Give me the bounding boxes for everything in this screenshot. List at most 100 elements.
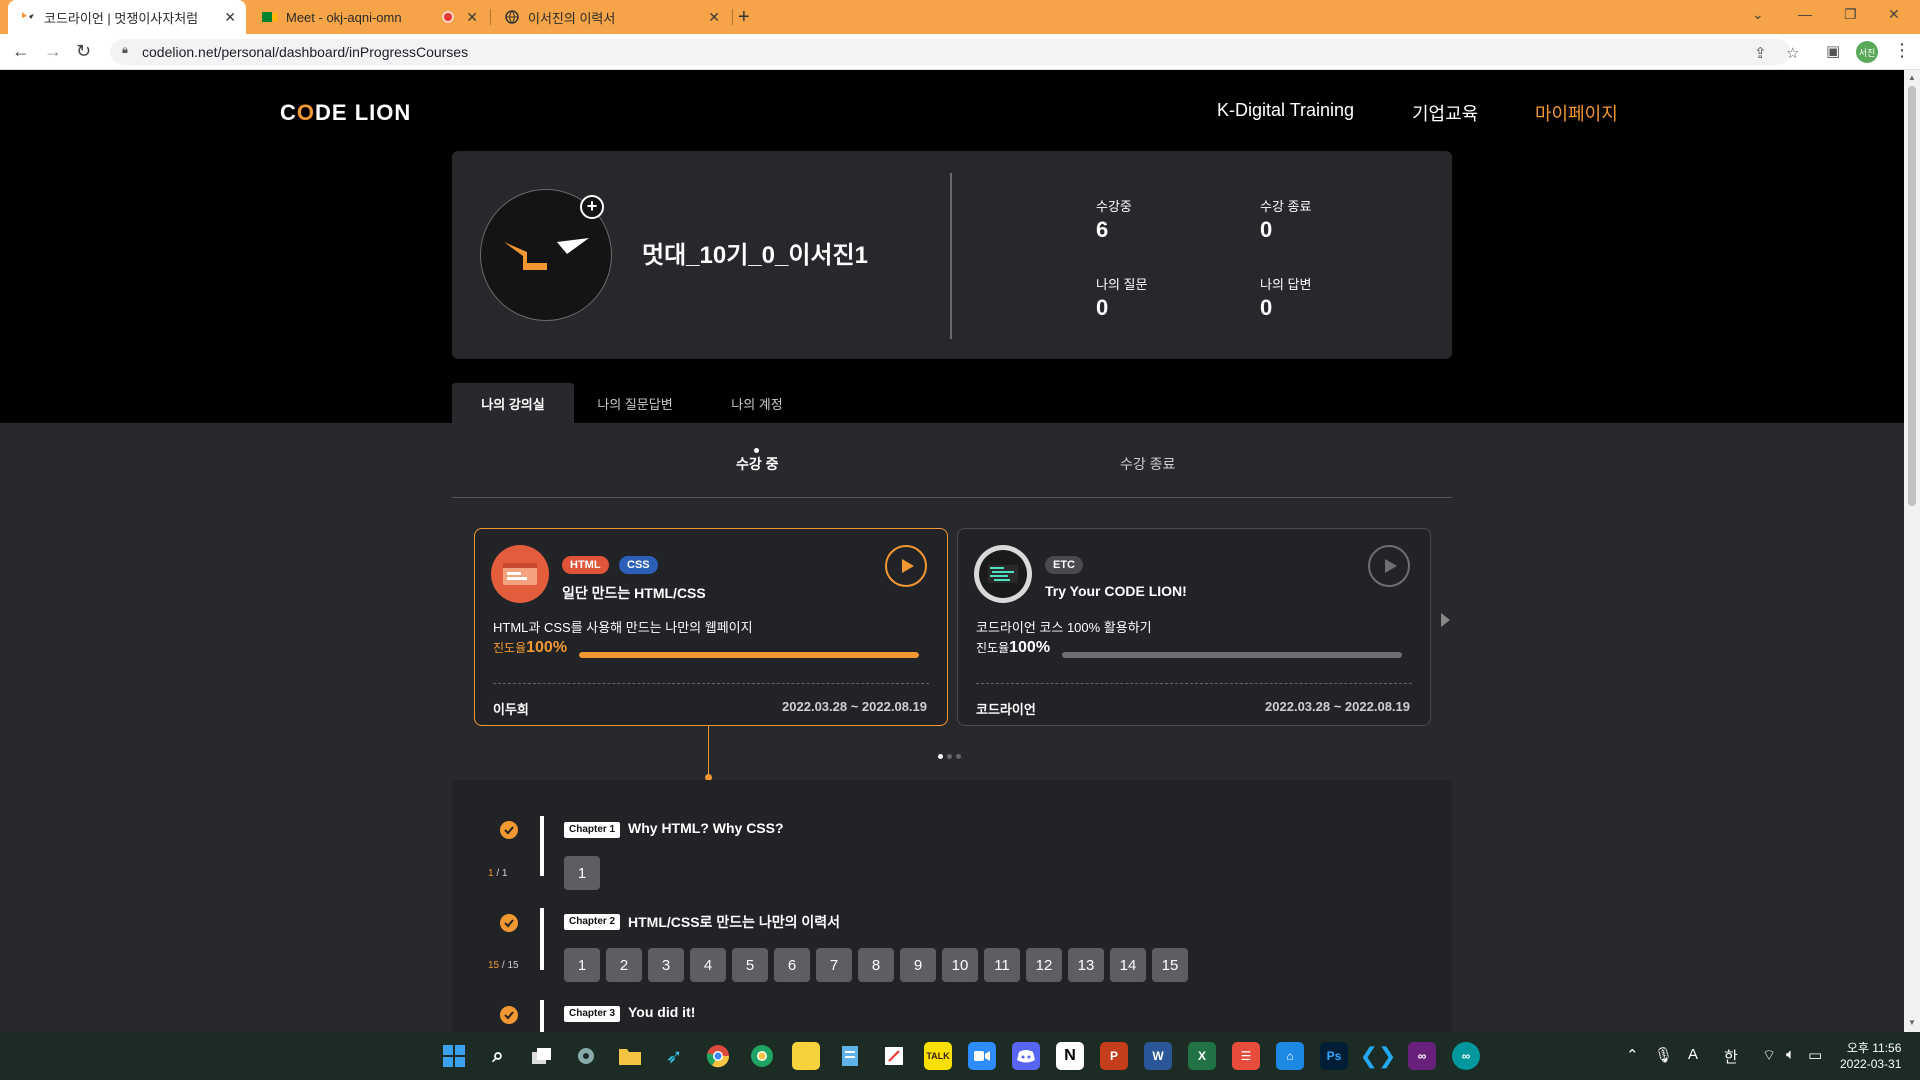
file-explorer-icon[interactable]	[616, 1042, 644, 1070]
progress-value: 100%	[526, 639, 568, 656]
bookmark-star-icon[interactable]: ☆	[1786, 44, 1799, 62]
task-view-icon[interactable]	[528, 1042, 556, 1070]
restore-icon[interactable]: ❐	[1844, 6, 1857, 23]
lesson-button[interactable]: 9	[900, 948, 936, 982]
app-blue-icon[interactable]: ⌂	[1276, 1042, 1304, 1070]
kakaotalk-icon[interactable]: TALK	[924, 1042, 952, 1070]
snipping-tool-icon[interactable]	[880, 1042, 908, 1070]
scrollbar-thumb[interactable]	[1908, 86, 1916, 506]
progress-fill	[1062, 652, 1402, 658]
chrome-canary-icon[interactable]	[748, 1042, 776, 1070]
volume-icon[interactable]: 🔈︎	[1786, 1046, 1795, 1063]
nav-k-digital[interactable]: K-Digital Training	[1217, 100, 1354, 121]
reload-icon[interactable]: ↻	[76, 41, 91, 62]
close-tab-icon[interactable]: ✕	[466, 9, 478, 26]
sticky-notes-icon[interactable]	[792, 1042, 820, 1070]
settings-gear-icon[interactable]	[572, 1042, 600, 1070]
carousel-dot[interactable]	[956, 754, 961, 759]
powerpoint-icon[interactable]: P	[1100, 1042, 1128, 1070]
lesson-button[interactable]: 4	[690, 948, 726, 982]
lesson-button[interactable]: 10	[942, 948, 978, 982]
share-icon[interactable]: ⇪	[1754, 44, 1767, 62]
lesson-button[interactable]: 14	[1110, 948, 1146, 982]
close-tab-icon[interactable]: ✕	[708, 9, 720, 26]
progress-value: 100%	[1009, 639, 1051, 656]
course-card[interactable]: ETC Try Your CODE LION! 코드라이언 코스 100% 활용…	[957, 528, 1431, 726]
lesson-button[interactable]: 13	[1068, 948, 1104, 982]
start-menu-icon[interactable]	[440, 1042, 468, 1070]
progress-bar	[1062, 652, 1402, 658]
browser-tab-resume[interactable]: 이서진의 이력서 ✕	[492, 0, 730, 34]
wifi-icon[interactable]: ⌔	[1762, 1046, 1776, 1065]
visual-studio-icon[interactable]: ∞	[1408, 1042, 1436, 1070]
discord-icon[interactable]	[1012, 1042, 1040, 1070]
scroll-down-icon[interactable]: ▼	[1908, 1018, 1916, 1027]
play-button[interactable]	[1368, 545, 1410, 587]
subtab-completed[interactable]: 수강 종료	[1120, 454, 1175, 474]
app-bird-icon[interactable]: ➶	[660, 1042, 688, 1070]
lesson-button[interactable]: 1	[564, 948, 600, 982]
subtab-in-progress[interactable]: 수강 중	[736, 454, 779, 474]
tray-overflow-icon[interactable]: ⌃	[1626, 1046, 1639, 1064]
lesson-button[interactable]: 3	[648, 948, 684, 982]
lesson-button[interactable]: 15	[1152, 948, 1188, 982]
system-clock[interactable]: 오후 11:56 2022-03-31	[1840, 1040, 1901, 1072]
logo-text: C	[280, 100, 297, 125]
arduino-icon[interactable]: ∞	[1452, 1042, 1480, 1070]
ime-indicator[interactable]: 한	[1724, 1046, 1738, 1067]
notion-icon[interactable]: N	[1056, 1042, 1084, 1070]
profile-card: + 멋대_10기_0_이서진1 수강중 6 수강 종료 0 나의 질문 0 나의…	[452, 151, 1452, 359]
chapter-chip: Chapter 3	[564, 1006, 621, 1022]
url-field[interactable]: 🔒︎ codelion.net/personal/dashboard/inPro…	[110, 39, 1799, 65]
tab-search-icon[interactable]: ⌄	[1752, 6, 1764, 23]
progress-bar	[579, 652, 919, 658]
nav-corporate[interactable]: 기업교육	[1412, 100, 1478, 126]
carousel-dot[interactable]	[938, 754, 943, 759]
new-tab-button[interactable]: +	[738, 6, 750, 29]
nav-mypage[interactable]: 마이페이지	[1535, 100, 1618, 126]
course-card[interactable]: HTML CSS 일단 만드는 HTML/CSS HTML과 CSS를 사용해 …	[474, 528, 948, 726]
lesson-button[interactable]: 11	[984, 948, 1020, 982]
word-icon[interactable]: W	[1144, 1042, 1172, 1070]
chrome-icon[interactable]	[704, 1042, 732, 1070]
add-photo-button[interactable]: +	[580, 195, 604, 219]
lesson-button[interactable]: 1	[564, 856, 600, 890]
course-thumbnail	[974, 545, 1032, 603]
minimize-icon[interactable]: —	[1798, 6, 1812, 22]
notepad-icon[interactable]	[836, 1042, 864, 1070]
vscode-icon[interactable]: ❮❯	[1360, 1042, 1397, 1070]
tab-my-account[interactable]: 나의 계정	[696, 383, 818, 423]
lesson-button[interactable]: 6	[774, 948, 810, 982]
excel-icon[interactable]: X	[1188, 1042, 1216, 1070]
lesson-button[interactable]: 5	[732, 948, 768, 982]
chrome-menu-icon[interactable]: ⋮	[1893, 40, 1911, 61]
tab-my-classroom[interactable]: 나의 강의실	[452, 383, 574, 423]
codelion-logo[interactable]: CODE LION	[280, 100, 411, 126]
battery-icon[interactable]: ▭	[1808, 1046, 1822, 1064]
lesson-button[interactable]: 2	[606, 948, 642, 982]
profile-avatar[interactable]: 서진	[1856, 41, 1878, 63]
browser-tab-codelion[interactable]: 코드라이언 | 멋쟁이사자처럼 ✕	[8, 0, 246, 34]
zoom-icon[interactable]	[968, 1042, 996, 1070]
page-scrollbar[interactable]: ▲ ▼	[1904, 70, 1920, 1032]
app-red-icon[interactable]: ☰	[1232, 1042, 1260, 1070]
photoshop-icon[interactable]: Ps	[1320, 1042, 1348, 1070]
lesson-button[interactable]: 12	[1026, 948, 1062, 982]
chapter-done: 1	[488, 868, 494, 879]
window-close-icon[interactable]: ✕	[1888, 6, 1900, 23]
browser-tab-meet[interactable]: Meet - okj-aqni-omn ✕	[250, 0, 488, 34]
back-arrow-icon[interactable]: ←	[12, 41, 30, 62]
forward-arrow-icon[interactable]: →	[44, 41, 62, 62]
carousel-next-icon[interactable]	[1441, 613, 1450, 627]
language-indicator[interactable]: A	[1688, 1046, 1698, 1063]
lesson-button[interactable]: 8	[858, 948, 894, 982]
scroll-up-icon[interactable]: ▲	[1908, 73, 1916, 82]
play-button[interactable]	[885, 545, 927, 587]
close-tab-icon[interactable]: ✕	[224, 9, 236, 26]
search-icon[interactable]: ⌕	[484, 1042, 512, 1070]
carousel-dot[interactable]	[947, 754, 952, 759]
side-panel-icon[interactable]: ▣	[1826, 42, 1840, 60]
microphone-icon[interactable]: 🎙︎	[1654, 1046, 1673, 1064]
tab-my-qna[interactable]: 나의 질문답변	[574, 383, 696, 423]
lesson-button[interactable]: 7	[816, 948, 852, 982]
